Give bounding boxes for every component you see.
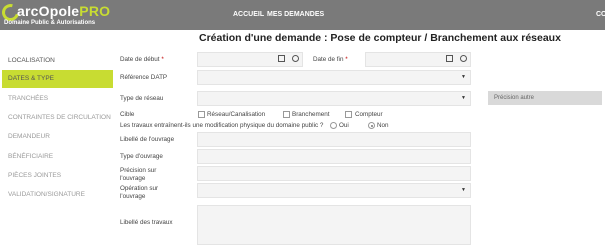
reference-datp-label: Référence DATP: [120, 74, 168, 81]
modification-question-label: Les travaux entraînent-ils une modificat…: [120, 122, 324, 129]
radio-selected-dot: [370, 124, 373, 127]
date-fin-label: Date de fin *: [313, 56, 348, 63]
sidebar-step-pieces-jointes[interactable]: PIÈCES JOINTES: [2, 167, 113, 185]
sidebar-step-demandeur[interactable]: DEMANDEUR: [2, 128, 113, 146]
sidebar-step-contraintes-circulation[interactable]: CONTRAINTES DE CIRCULATION: [2, 109, 113, 127]
sidebar-step-beneficiaire[interactable]: BÉNÉFICIAIRE: [2, 148, 113, 166]
checkbox-branchement[interactable]: [283, 111, 290, 118]
libelle-ouvrage-input[interactable]: [197, 132, 471, 147]
operation-ouvrage-label: Opération sur l'ouvrage: [120, 185, 159, 200]
checkbox-compteur[interactable]: [345, 111, 352, 118]
nav-overflow-item[interactable]: CO: [596, 11, 605, 18]
checkbox-label-compteur: Compteur: [355, 111, 383, 118]
precision-ouvrage-input[interactable]: [197, 166, 471, 181]
logo-subtitle: Domaine Public & Autorisations: [4, 20, 96, 26]
checkbox-reseau-canalisation[interactable]: [198, 111, 205, 118]
radio-oui[interactable]: [330, 122, 337, 129]
checkbox-label-branchement: Branchement: [292, 111, 330, 118]
nav-accueil[interactable]: ACCUEIL: [233, 11, 264, 18]
page-title: Création d'une demande : Pose de compteu…: [199, 32, 561, 44]
sidebar-step-dates-type[interactable]: DATES & TYPE: [2, 70, 113, 88]
radio-oui-label: Oui: [339, 122, 349, 129]
sidebar-step-validation-signature[interactable]: VALIDATION/SIGNATURE: [2, 186, 113, 204]
date-fin-field[interactable]: [365, 52, 471, 67]
checkbox-label-reseau: Réseau/Canalisation: [207, 111, 266, 118]
logo-text: arcOpolePRO: [17, 3, 111, 19]
date-debut-field[interactable]: [197, 52, 303, 67]
radio-non-label: Non: [377, 122, 389, 129]
reference-datp-select[interactable]: ▼: [197, 70, 471, 85]
operation-ouvrage-select[interactable]: ▼: [197, 183, 471, 198]
libelle-travaux-textarea[interactable]: [197, 205, 471, 245]
calendar-icon[interactable]: [278, 55, 285, 62]
dropdown-arrow-icon: ▼: [461, 74, 466, 80]
precision-ouvrage-label: Précision sur l'ouvrage: [120, 167, 157, 182]
clock-icon[interactable]: [460, 55, 467, 62]
nav-mes-demandes[interactable]: MES DEMANDES: [267, 11, 324, 18]
precision-autre-input[interactable]: Précision autre: [488, 91, 602, 105]
radio-non[interactable]: [368, 122, 375, 129]
type-reseau-label: Type de réseau: [120, 95, 164, 102]
type-ouvrage-input[interactable]: [197, 149, 471, 164]
sidebar-step-tranchees[interactable]: TRANCHÉES: [2, 90, 113, 108]
dropdown-arrow-icon: ▼: [461, 95, 466, 101]
clock-icon[interactable]: [292, 55, 299, 62]
dropdown-arrow-icon: ▼: [461, 187, 466, 193]
app-logo[interactable]: arcOpolePRO Domaine Public & Autorisatio…: [0, 0, 127, 28]
calendar-icon[interactable]: [446, 55, 453, 62]
cible-label: Cible: [120, 111, 135, 118]
date-debut-label: Date de début *: [120, 56, 164, 63]
sidebar-step-localisation[interactable]: LOCALISATION: [2, 52, 113, 70]
type-reseau-select[interactable]: ▼: [197, 91, 471, 106]
top-navigation-bar: arcOpolePRO Domaine Public & Autorisatio…: [0, 0, 605, 30]
libelle-travaux-label: Libellé des travaux: [120, 219, 173, 226]
type-ouvrage-label: Type d'ouvrage: [120, 153, 163, 160]
libelle-ouvrage-label: Libellé de l'ouvrage: [120, 136, 175, 143]
